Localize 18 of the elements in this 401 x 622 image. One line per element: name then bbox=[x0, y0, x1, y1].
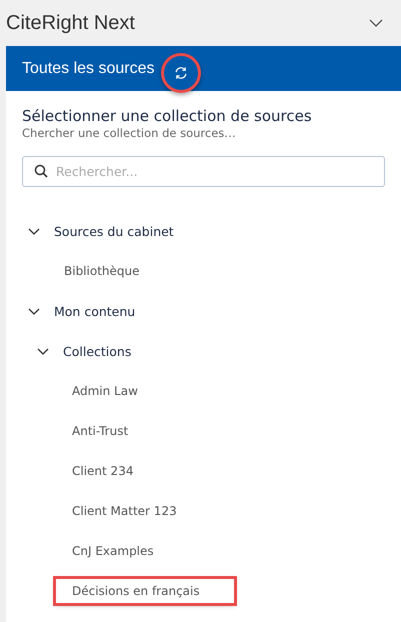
tree-item[interactable]: Admin Law bbox=[56, 379, 154, 403]
tree-item[interactable]: Sources du cabinet bbox=[54, 224, 174, 238]
tree-item[interactable]: CnJ Examples bbox=[56, 539, 170, 563]
search-field[interactable]: Rechercher... bbox=[22, 156, 385, 187]
section-subtitle: Chercher une collection de sources… bbox=[22, 126, 237, 140]
tree-item[interactable]: Bibliothèque bbox=[48, 259, 156, 283]
tree-item[interactable]: Client 234 bbox=[56, 459, 150, 483]
chevron-icon[interactable] bbox=[369, 18, 383, 28]
tree-item[interactable]: Mon contenu bbox=[54, 304, 136, 318]
tree-item[interactable]: Client Matter 123 bbox=[56, 499, 193, 523]
refresh-icon[interactable] bbox=[174, 66, 188, 80]
tree-item[interactable]: Décisions en français bbox=[56, 579, 234, 603]
tree-item[interactable]: Collections bbox=[63, 344, 132, 358]
header-title: Toutes les sources bbox=[22, 60, 155, 78]
section-title: Sélectionner une collection de sources bbox=[22, 107, 313, 125]
tree-item[interactable]: Anti-Trust bbox=[56, 419, 144, 443]
pane-title: CiteRight Next bbox=[6, 12, 135, 34]
search-icon bbox=[34, 164, 48, 178]
